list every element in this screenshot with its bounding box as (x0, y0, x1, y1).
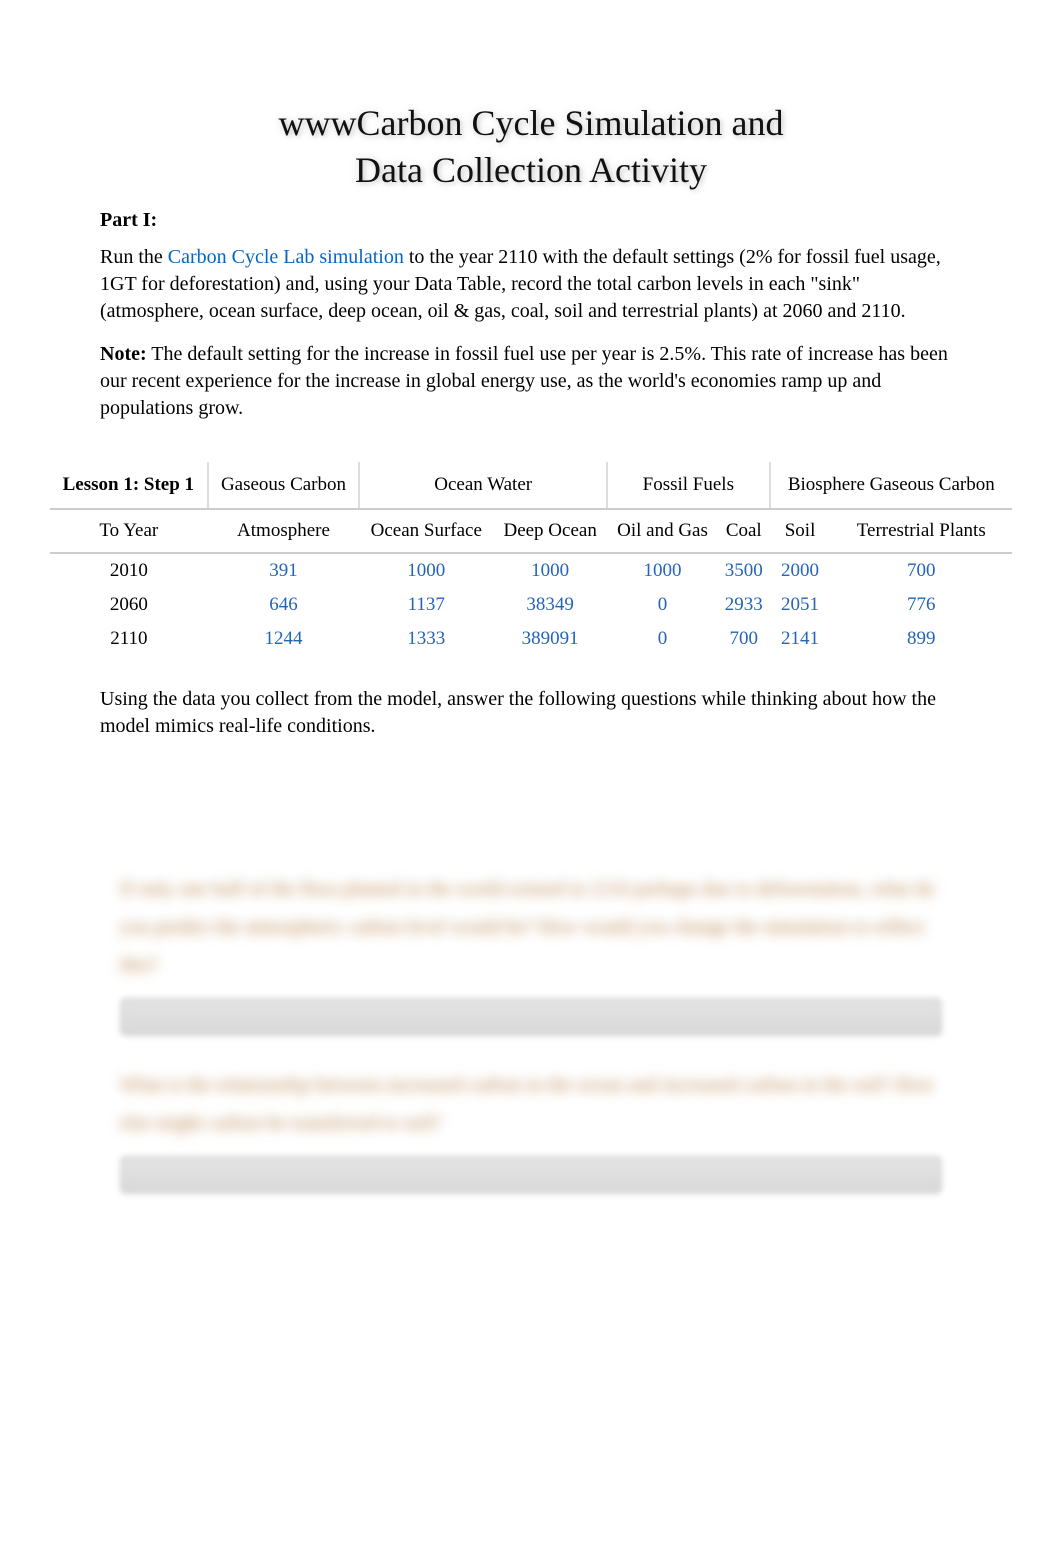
data-cell: 646 (208, 588, 360, 622)
table-corner: Lesson 1: Step 1 (50, 462, 208, 509)
table-row: 2060 646 1137 38349 0 2933 2051 776 (50, 588, 1012, 622)
intro-paragraph: Run the Carbon Cycle Lab simulation to t… (100, 244, 962, 325)
data-table: Lesson 1: Step 1 Gaseous Carbon Ocean Wa… (50, 462, 1012, 656)
data-cell: 1333 (359, 622, 493, 656)
data-cell: 2933 (718, 588, 770, 622)
data-cell: 0 (607, 588, 718, 622)
data-cell: 1000 (359, 553, 493, 588)
data-cell: 700 (718, 622, 770, 656)
data-cell: 3500 (718, 553, 770, 588)
note-paragraph: Note: The default setting for the increa… (100, 341, 962, 422)
table-subheader-row: To Year Atmosphere Ocean Surface Deep Oc… (50, 509, 1012, 553)
title-line-1: wwwCarbon Cycle Simulation and (279, 103, 784, 143)
group-gaseous: Gaseous Carbon (208, 462, 360, 509)
data-cell: 1000 (607, 553, 718, 588)
year-cell: 2110 (50, 622, 208, 656)
table-header-row: Lesson 1: Step 1 Gaseous Carbon Ocean Wa… (50, 462, 1012, 509)
data-cell: 1137 (359, 588, 493, 622)
sub-terrestrial: Terrestrial Plants (830, 509, 1012, 553)
page-container: wwwCarbon Cycle Simulation and Data Coll… (0, 0, 1062, 1284)
group-fossil: Fossil Fuels (607, 462, 770, 509)
question-text: If only one half of the flora planted in… (120, 870, 942, 984)
content-block: Part I: Run the Carbon Cycle Lab simulat… (70, 209, 992, 422)
question-text: What is the relationship between increas… (120, 1066, 942, 1142)
sub-atmosphere: Atmosphere (208, 509, 360, 553)
data-cell: 1244 (208, 622, 360, 656)
data-cell: 2141 (770, 622, 831, 656)
answer-box (120, 998, 942, 1036)
data-cell: 2051 (770, 588, 831, 622)
table-row: 2010 391 1000 1000 1000 3500 2000 700 (50, 553, 1012, 588)
year-cell: 2060 (50, 588, 208, 622)
data-cell: 2000 (770, 553, 831, 588)
question-item: What is the relationship between increas… (120, 1066, 942, 1194)
below-table-text: Using the data you collect from the mode… (70, 676, 992, 750)
answer-box (120, 1156, 942, 1194)
table-row: 2110 1244 1333 389091 0 700 2141 899 (50, 622, 1012, 656)
sub-oil-gas: Oil and Gas (607, 509, 718, 553)
group-ocean: Ocean Water (359, 462, 607, 509)
data-cell: 38349 (493, 588, 607, 622)
data-cell: 389091 (493, 622, 607, 656)
note-text: The default setting for the increase in … (100, 343, 948, 419)
data-cell: 776 (830, 588, 1012, 622)
sub-deep-ocean: Deep Ocean (493, 509, 607, 553)
intro-before-link: Run the (100, 246, 168, 268)
sub-ocean-surface: Ocean Surface (359, 509, 493, 553)
data-cell: 899 (830, 622, 1012, 656)
data-cell: 0 (607, 622, 718, 656)
year-cell: 2010 (50, 553, 208, 588)
question-item: If only one half of the flora planted in… (120, 870, 942, 1036)
page-title: wwwCarbon Cycle Simulation and Data Coll… (70, 100, 992, 194)
questions-block: If only one half of the flora planted in… (70, 870, 992, 1194)
sub-coal: Coal (718, 509, 770, 553)
data-table-wrap: Lesson 1: Step 1 Gaseous Carbon Ocean Wa… (50, 462, 1012, 656)
part-label: Part I: (100, 209, 962, 232)
title-line-2: Data Collection Activity (355, 150, 707, 190)
sub-soil: Soil (770, 509, 831, 553)
simulation-link[interactable]: Carbon Cycle Lab simulation (168, 246, 404, 268)
group-biosphere: Biosphere Gaseous Carbon (770, 462, 1012, 509)
data-cell: 700 (830, 553, 1012, 588)
note-label: Note: (100, 343, 147, 365)
sub-year: To Year (50, 509, 208, 553)
data-cell: 1000 (493, 553, 607, 588)
data-cell: 391 (208, 553, 360, 588)
